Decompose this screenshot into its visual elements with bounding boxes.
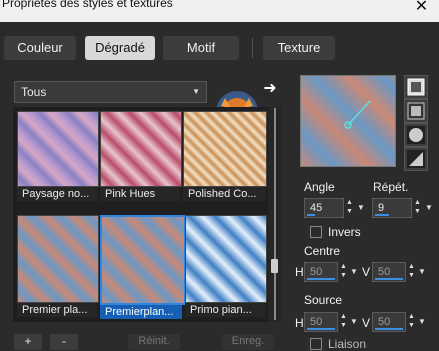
angle-value: 45 <box>310 202 323 214</box>
remove-button[interactable]: - <box>50 334 78 350</box>
gallery-item[interactable]: Pink Hues <box>100 111 182 201</box>
sunburst-style-button[interactable] <box>404 147 428 171</box>
source-h-spinner[interactable]: ▲ ▼ <box>339 312 348 332</box>
source-v-dropdown-icon[interactable]: ▼ <box>417 312 427 332</box>
center-v-dropdown-icon[interactable]: ▼ <box>417 262 427 282</box>
linear-gradient-icon <box>407 78 425 96</box>
repeat-label: Répét. <box>373 180 409 194</box>
center-label: Centre <box>304 244 341 258</box>
save-button[interactable]: Enreg. <box>222 334 274 350</box>
center-v-label: V <box>362 265 371 279</box>
angle-label: Angle <box>304 180 335 194</box>
angle-input[interactable]: 45 <box>304 198 344 218</box>
rectangular-gradient-icon <box>407 102 425 120</box>
gradient-thumbnail <box>100 215 186 305</box>
center-h-slider-fill <box>307 278 335 280</box>
angle-spinner[interactable]: ▲ ▼ <box>345 198 354 218</box>
gradient-thumbnail <box>17 215 99 303</box>
gallery-item-label: Primo pian... <box>185 303 265 317</box>
tab-degrade[interactable]: Dégradé <box>85 36 155 60</box>
sunburst-gradient-icon <box>407 150 425 168</box>
link-label: Liaison <box>328 337 367 351</box>
repeat-spinner[interactable]: ▲ ▼ <box>413 198 422 218</box>
gradient-thumbnail <box>17 111 99 187</box>
chevron-down-icon: ▼ <box>192 87 200 96</box>
angle-handle[interactable] <box>320 95 376 147</box>
window-title-bar: Propriétés des styles et textures <box>0 0 439 22</box>
reset-button[interactable]: Réinit. <box>128 334 180 350</box>
center-v-spinner[interactable]: ▲ ▼ <box>407 262 416 282</box>
source-h-slider-fill <box>307 328 335 330</box>
invert-label: Invers <box>328 225 361 239</box>
source-h-input[interactable]: 50 <box>304 312 338 332</box>
center-h-dropdown-icon[interactable]: ▼ <box>349 262 359 282</box>
repeat-value: 9 <box>378 202 385 214</box>
radial-gradient-icon <box>407 126 425 144</box>
source-v-input[interactable]: 50 <box>372 312 406 332</box>
close-icon: ✕ <box>414 0 429 15</box>
source-h-value: 50 <box>310 316 323 328</box>
gallery-item[interactable]: Premier pla... <box>17 215 99 317</box>
gradient-thumbnail <box>185 215 267 303</box>
gallery-item[interactable]: Primo pian... <box>185 215 267 317</box>
linear-style-button[interactable] <box>404 75 428 99</box>
close-button[interactable]: ✕ <box>404 0 439 20</box>
gallery-item-label: Polished Co... <box>183 187 265 201</box>
source-h-label: H <box>295 316 304 330</box>
gradient-gallery: Paysage no... Pink Hues Polished Co... P… <box>13 107 269 322</box>
source-v-spinner[interactable]: ▲ ▼ <box>407 312 416 332</box>
tab-texture[interactable]: Texture <box>263 36 335 60</box>
window-title: Propriétés des styles et textures <box>2 0 173 10</box>
scrollbar-rail <box>274 108 276 320</box>
gradient-thumbnail <box>100 111 182 187</box>
tab-divider <box>252 38 253 58</box>
source-v-label: V <box>362 316 371 330</box>
next-arrow-icon[interactable]: ➜ <box>261 80 279 98</box>
tab-motif[interactable]: Motif <box>163 36 239 60</box>
repeat-slider-fill <box>375 214 389 216</box>
center-h-spinner[interactable]: ▲ ▼ <box>339 262 348 282</box>
category-dropdown-value: Tous <box>21 85 47 99</box>
scrollbar-thumb[interactable] <box>271 259 278 273</box>
source-h-dropdown-icon[interactable]: ▼ <box>349 312 359 332</box>
link-checkbox[interactable] <box>310 338 322 350</box>
radial-style-button[interactable] <box>404 123 428 147</box>
add-button[interactable]: + <box>14 334 42 350</box>
angle-dropdown-icon[interactable]: ▼ <box>356 198 366 218</box>
gallery-item-label: Premierplan... <box>100 305 182 319</box>
angle-slider-fill <box>307 214 315 216</box>
center-v-input[interactable]: 50 <box>372 262 406 282</box>
gallery-item-label: Paysage no... <box>17 187 97 201</box>
repeat-input[interactable]: 9 <box>372 198 412 218</box>
tab-couleur[interactable]: Couleur <box>4 36 76 60</box>
center-h-input[interactable]: 50 <box>304 262 338 282</box>
center-v-slider-fill <box>375 278 403 280</box>
center-h-label: H <box>295 265 304 279</box>
gallery-item-label: Pink Hues <box>100 187 180 201</box>
rectangular-style-button[interactable] <box>404 99 428 123</box>
gallery-item[interactable]: Polished Co... <box>183 111 267 201</box>
gallery-item-selected[interactable]: Premierplan... <box>100 215 186 319</box>
gallery-item-label: Premier pla... <box>17 303 97 317</box>
gradient-thumbnail <box>183 111 267 187</box>
source-v-slider-fill <box>375 328 403 330</box>
center-v-value: 50 <box>378 266 391 278</box>
invert-checkbox[interactable] <box>310 226 322 238</box>
source-label: Source <box>304 293 343 307</box>
source-v-value: 50 <box>378 316 391 328</box>
repeat-dropdown-icon[interactable]: ▼ <box>424 198 434 218</box>
center-h-value: 50 <box>310 266 323 278</box>
category-dropdown[interactable]: Tous ▼ <box>14 81 207 103</box>
gallery-item[interactable]: Paysage no... <box>17 111 99 201</box>
